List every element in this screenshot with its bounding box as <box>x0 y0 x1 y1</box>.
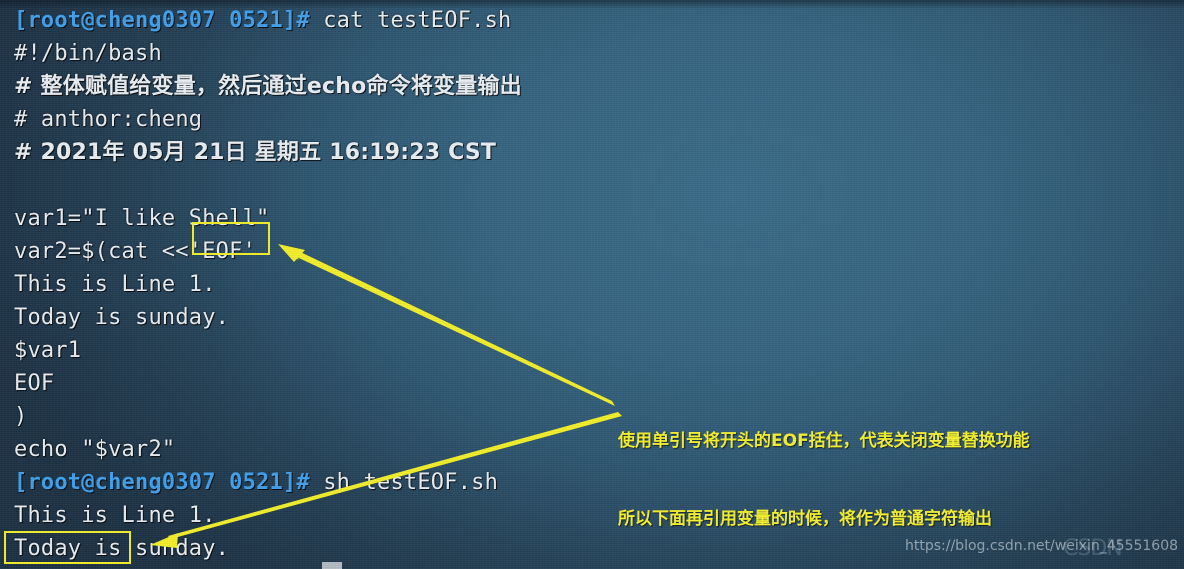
terminal-line-comment-description: # 整体赋值给变量，然后通过echo命令将变量输出 <box>14 74 522 99</box>
terminal-line-heredoc-body-1: This is Line 1. <box>14 272 216 297</box>
terminal-line-comment-date: # 2021年 05月 21日 星期五 16:19:23 CST <box>14 140 497 165</box>
command-text: sh testEOF.sh <box>309 470 499 495</box>
terminal-line-command-cat: [root@cheng0307 0521]# cat testEOF.sh <box>14 4 914 37</box>
shell-prompt: [root@cheng0307 0521]# <box>14 8 310 33</box>
terminal-screenshot: [root@cheng0307 0521]# cat testEOF.sh #!… <box>0 0 1184 569</box>
command-text: cat testEOF.sh <box>309 8 512 33</box>
terminal-line-var2-heredoc: var2=$(cat <<'EOF' <box>14 239 257 264</box>
shell-prompt: [root@cheng0307 0521]# <box>14 470 310 495</box>
terminal-line-heredoc-body-var1: $var1 <box>14 338 82 363</box>
taskbar-fragment <box>322 562 342 569</box>
blog-url-watermark: https://blog.csdn.net/weixin_45551608 <box>905 538 1179 554</box>
annotation-line-2: 所以下面再引用变量的时候，将作为普通字符输出 <box>618 509 992 529</box>
terminal-line-var1-assign: var1="I like Shell" <box>14 206 270 231</box>
terminal-line-shebang: #!/bin/bash <box>14 41 162 66</box>
terminal-line-heredoc-body-2: Today is sunday. <box>14 305 230 330</box>
annotation-line-1: 使用单引号将开头的EOF括住，代表关闭变量替换功能 <box>618 431 1030 451</box>
terminal-line-comment-author: # anthor:cheng <box>14 107 203 132</box>
